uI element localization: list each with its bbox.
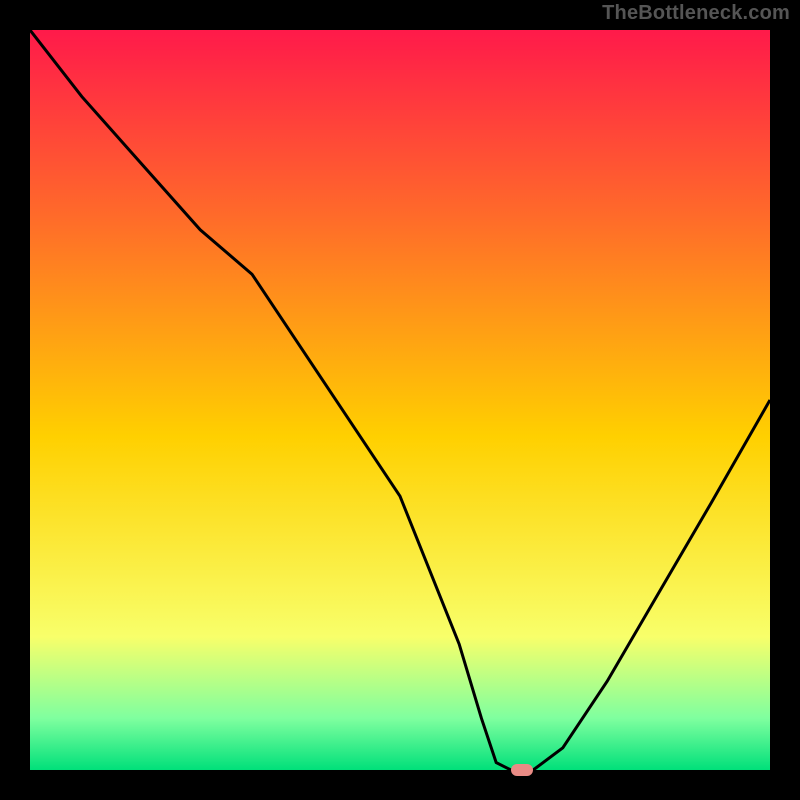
watermark-text: TheBottleneck.com — [602, 2, 790, 25]
plot-area — [30, 30, 770, 770]
plot-svg — [30, 30, 770, 770]
optimum-marker — [511, 764, 533, 776]
gradient-background — [30, 30, 770, 770]
chart-frame: TheBottleneck.com — [0, 0, 800, 800]
